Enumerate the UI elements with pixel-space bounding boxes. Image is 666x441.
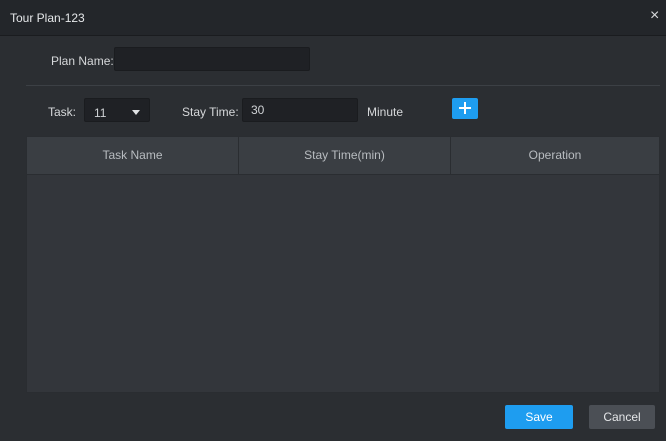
section-divider [26,85,660,86]
column-header-task-name[interactable]: Task Name [27,137,238,174]
column-header-operation[interactable]: Operation [450,137,659,174]
dialog-title: Tour Plan-123 [10,11,85,25]
task-select[interactable]: 11 [84,98,150,122]
close-icon[interactable]: × [650,6,664,26]
task-table: Task Name Stay Time(min) Operation [26,136,660,393]
task-label: Task: [48,105,77,119]
cancel-button[interactable]: Cancel [589,405,655,429]
plan-name-field[interactable] [114,47,310,71]
chevron-down-icon [132,110,140,115]
task-select-value: 11 [94,106,107,120]
plan-name-label: Plan Name: [51,54,114,68]
stay-time-field[interactable] [242,98,358,122]
add-task-button[interactable] [452,98,478,119]
save-button[interactable]: Save [505,405,573,429]
minute-unit-label: Minute [367,105,404,119]
table-header: Task Name Stay Time(min) Operation [27,137,659,175]
stay-time-label: Stay Time: [182,105,239,119]
stay-time-input[interactable] [243,99,357,121]
column-header-stay-time[interactable]: Stay Time(min) [238,137,450,174]
dialog-titlebar: Tour Plan-123 × [0,0,666,36]
plan-name-input[interactable] [115,48,309,70]
